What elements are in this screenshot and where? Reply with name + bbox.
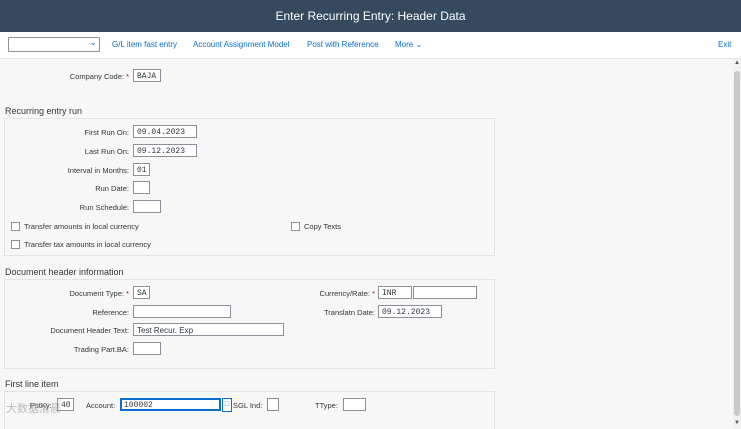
more-button[interactable]: More ⌄	[395, 40, 422, 49]
first-line-section-title: First line item	[5, 379, 59, 389]
toolbar-select[interactable]: ⌄	[8, 37, 100, 52]
sgl-ind-label: SGL Ind:	[233, 401, 263, 410]
account-input[interactable]: 100002	[120, 398, 221, 411]
copy-texts-checkbox[interactable]	[291, 222, 300, 231]
exchange-rate-input[interactable]	[413, 286, 477, 299]
exit-button[interactable]: Exit	[718, 40, 731, 49]
last-run-label: Last Run On:	[84, 147, 129, 156]
chevron-down-icon: ⌄	[89, 37, 97, 47]
transfer-local-checkbox[interactable]	[11, 222, 20, 231]
first-line-group	[4, 391, 495, 429]
more-label: More	[395, 40, 414, 49]
post-with-reference-button[interactable]: Post with Reference	[307, 40, 379, 49]
run-schedule-input[interactable]	[133, 200, 161, 213]
chevron-down-icon: ⌄	[415, 40, 423, 49]
interval-label: Interval in Months:	[67, 166, 129, 175]
value-help-icon[interactable]: □	[222, 398, 232, 412]
ttype-label: TType:	[315, 401, 338, 410]
toolbar: ⌄ G/L item fast entry Account Assignment…	[0, 32, 741, 59]
reference-label: Reference:	[92, 308, 129, 317]
run-date-label: Run Date:	[95, 184, 129, 193]
page-title: Enter Recurring Entry: Header Data	[275, 9, 466, 23]
scroll-down-icon[interactable]: ▼	[734, 420, 740, 426]
scrollbar-thumb[interactable]	[734, 71, 740, 416]
recurring-section-title: Recurring entry run	[5, 106, 83, 116]
translation-date-label: Translatn Date:	[324, 308, 375, 317]
trading-part-label: Trading Part.BA:	[73, 345, 129, 354]
watermark: 大数据清晨	[6, 403, 61, 415]
company-code-input[interactable]: BAJA	[133, 69, 161, 82]
account-assignment-model-button[interactable]: Account Assignment Model	[193, 40, 290, 49]
currency-input[interactable]: INR	[378, 286, 412, 299]
header-text-input[interactable]: Test Recur. Exp	[133, 323, 284, 336]
recurring-group	[4, 118, 495, 256]
header-text-label: Document Header Text:	[50, 326, 129, 335]
content-area: Company Code: * BAJA Recurring entry run…	[0, 59, 733, 429]
company-code-label: Company Code: *	[69, 72, 129, 81]
copy-texts-label: Copy Texts	[304, 222, 341, 231]
reference-input[interactable]	[133, 305, 231, 318]
title-bar: Enter Recurring Entry: Header Data	[0, 0, 741, 32]
run-date-input[interactable]	[133, 181, 150, 194]
transfer-tax-label: Transfer tax amounts in local currency	[24, 240, 151, 249]
transfer-tax-checkbox[interactable]	[11, 240, 20, 249]
translation-date-input[interactable]: 09.12.2023	[378, 305, 442, 318]
first-run-label: First Run On:	[84, 128, 129, 137]
run-schedule-label: Run Schedule:	[79, 203, 129, 212]
currency-rate-label: Currency/Rate: *	[319, 289, 375, 298]
sgl-ind-input[interactable]	[267, 398, 279, 411]
doc-type-input[interactable]: SA	[133, 286, 150, 299]
vertical-scrollbar[interactable]: ▲ ▼	[733, 59, 741, 429]
scroll-up-icon[interactable]: ▲	[734, 60, 740, 66]
ttype-input[interactable]	[343, 398, 366, 411]
trading-part-input[interactable]	[133, 342, 161, 355]
doc-type-label: Document Type: *	[69, 289, 130, 298]
doc-header-section-title: Document header information	[5, 267, 124, 277]
interval-input[interactable]: 01	[133, 163, 150, 176]
first-run-input[interactable]: 09.04.2023	[133, 125, 197, 138]
last-run-input[interactable]: 09.12.2023	[133, 144, 197, 157]
gl-item-fast-entry-button[interactable]: G/L item fast entry	[112, 40, 177, 49]
transfer-local-label: Transfer amounts in local currency	[24, 222, 139, 231]
account-label: Account:	[86, 401, 116, 410]
